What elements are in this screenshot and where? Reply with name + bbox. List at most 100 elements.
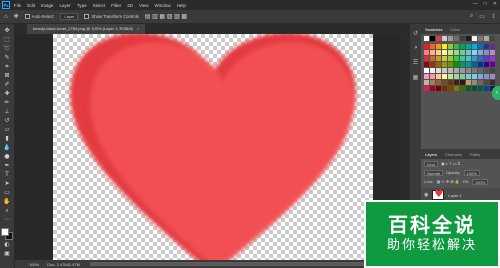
color-swatch[interactable] [454,62,459,67]
color-swatch[interactable] [430,50,435,55]
quick-select-tool-icon[interactable]: ✎ [2,53,13,62]
color-swatch[interactable] [424,80,429,85]
color-swatch[interactable] [472,74,477,79]
fill-input[interactable]: 100% [472,178,489,185]
clone-stamp-icon[interactable]: ⊥ [2,107,13,116]
color-swatch[interactable] [490,56,495,61]
color-swatch[interactable] [460,50,465,55]
color-swatch[interactable] [430,44,435,49]
eraser-tool-icon[interactable]: ▱ [2,125,13,134]
color-swatch[interactable] [442,86,447,91]
side-pull-tab[interactable]: ‹ [492,86,500,100]
color-swatch[interactable] [454,68,459,73]
recent-swatch[interactable] [478,36,483,41]
color-swatch[interactable] [490,50,495,55]
tab-swatches[interactable]: Swatches [425,27,442,32]
color-swatch[interactable] [478,74,483,79]
color-swatch[interactable] [424,62,429,67]
color-swatch[interactable] [454,50,459,55]
blur-tool-icon[interactable]: 💧 [2,143,13,152]
color-swatch[interactable] [466,50,471,55]
blend-mode-select[interactable]: Normal [424,169,443,176]
color-swatch[interactable] [454,80,459,85]
healing-brush-icon[interactable]: ✚ [2,89,13,98]
search-icon[interactable]: ⌕ [470,13,473,20]
doc-info[interactable]: Doc: 2.47M/2.47M [47,262,80,267]
eyedropper-tool-icon[interactable]: ✐ [2,80,13,89]
color-swatch[interactable] [460,56,465,61]
menu-layer[interactable]: Layer [60,3,71,8]
color-swatch[interactable] [460,68,465,73]
frame-tool-icon[interactable]: ⊠ [2,71,13,80]
menu-help[interactable]: Help [177,3,186,8]
color-swatch[interactable] [424,44,429,49]
move-tool-icon[interactable]: ✥ [2,26,13,35]
color-swatch[interactable] [424,74,429,79]
opacity-input[interactable]: 100% [463,169,480,176]
tab-color[interactable]: Color [450,27,460,32]
auto-select-checkbox[interactable] [24,14,30,20]
marquee-tool-icon[interactable]: ⬚ [2,35,13,44]
color-swatch[interactable] [442,56,447,61]
recent-swatch[interactable] [442,36,447,41]
color-swatch[interactable] [478,80,483,85]
dodge-tool-icon[interactable]: ● [2,152,13,161]
color-swatches[interactable] [1,228,13,240]
color-swatch[interactable] [478,44,483,49]
tab-paths[interactable]: Paths [470,152,480,157]
lock-icons[interactable]: ▦ ✏ ✥ ⊠ 🔒 [437,179,460,184]
color-swatch[interactable] [466,86,471,91]
type-tool-icon[interactable]: T [2,170,13,179]
history-brush-icon[interactable]: ↺ [2,116,13,125]
pen-tool-icon[interactable]: ✒ [2,161,13,170]
color-swatch[interactable] [454,86,459,91]
color-swatch[interactable] [460,80,465,85]
color-swatch[interactable] [460,74,465,79]
color-swatch[interactable] [472,44,477,49]
color-swatch[interactable] [472,80,477,85]
color-swatch[interactable] [448,62,453,67]
color-swatch[interactable] [484,56,489,61]
color-swatch[interactable] [424,68,429,73]
auto-select-option[interactable]: Auto-Select: [24,14,54,20]
color-swatch[interactable] [484,50,489,55]
color-swatch[interactable] [472,86,477,91]
color-swatch[interactable] [442,68,447,73]
share-icon[interactable]: ⇪ [491,13,496,20]
color-swatch[interactable] [472,68,477,73]
color-swatch[interactable] [484,62,489,67]
color-swatch[interactable] [448,50,453,55]
quick-mask-icon[interactable]: ◐ [2,240,13,249]
menu-window[interactable]: Window [155,3,171,8]
color-swatch[interactable] [448,74,453,79]
recent-swatch[interactable] [454,36,459,41]
color-swatch[interactable] [490,62,495,67]
recent-swatch[interactable] [430,36,435,41]
color-swatch[interactable] [484,74,489,79]
color-swatch[interactable] [448,68,453,73]
close-button[interactable]: ✕ [493,1,497,7]
color-swatch[interactable] [484,68,489,73]
lasso-tool-icon[interactable]: ➰ [2,44,13,53]
color-swatch[interactable] [448,44,453,49]
color-swatch[interactable] [472,56,477,61]
shape-tool-icon[interactable]: ▭ [2,188,13,197]
close-tab-icon[interactable]: × [137,26,139,31]
zoom-level[interactable]: 100% [29,262,39,267]
color-swatch[interactable] [448,80,453,85]
color-swatch[interactable] [490,44,495,49]
hand-tool-icon[interactable]: ✋ [2,197,13,206]
color-swatch[interactable] [484,80,489,85]
menu-view[interactable]: View [139,3,149,8]
color-swatch[interactable] [466,44,471,49]
recent-swatch[interactable] [466,36,471,41]
color-swatch[interactable] [442,44,447,49]
path-select-icon[interactable]: ➤ [2,179,13,188]
foreground-color[interactable] [1,228,9,236]
show-transform-checkbox[interactable] [84,14,90,20]
color-swatch[interactable] [436,44,441,49]
color-swatch[interactable] [436,74,441,79]
libraries-panel-icon[interactable]: ▦ [413,74,419,81]
color-swatch[interactable] [430,56,435,61]
color-swatch[interactable] [424,56,429,61]
